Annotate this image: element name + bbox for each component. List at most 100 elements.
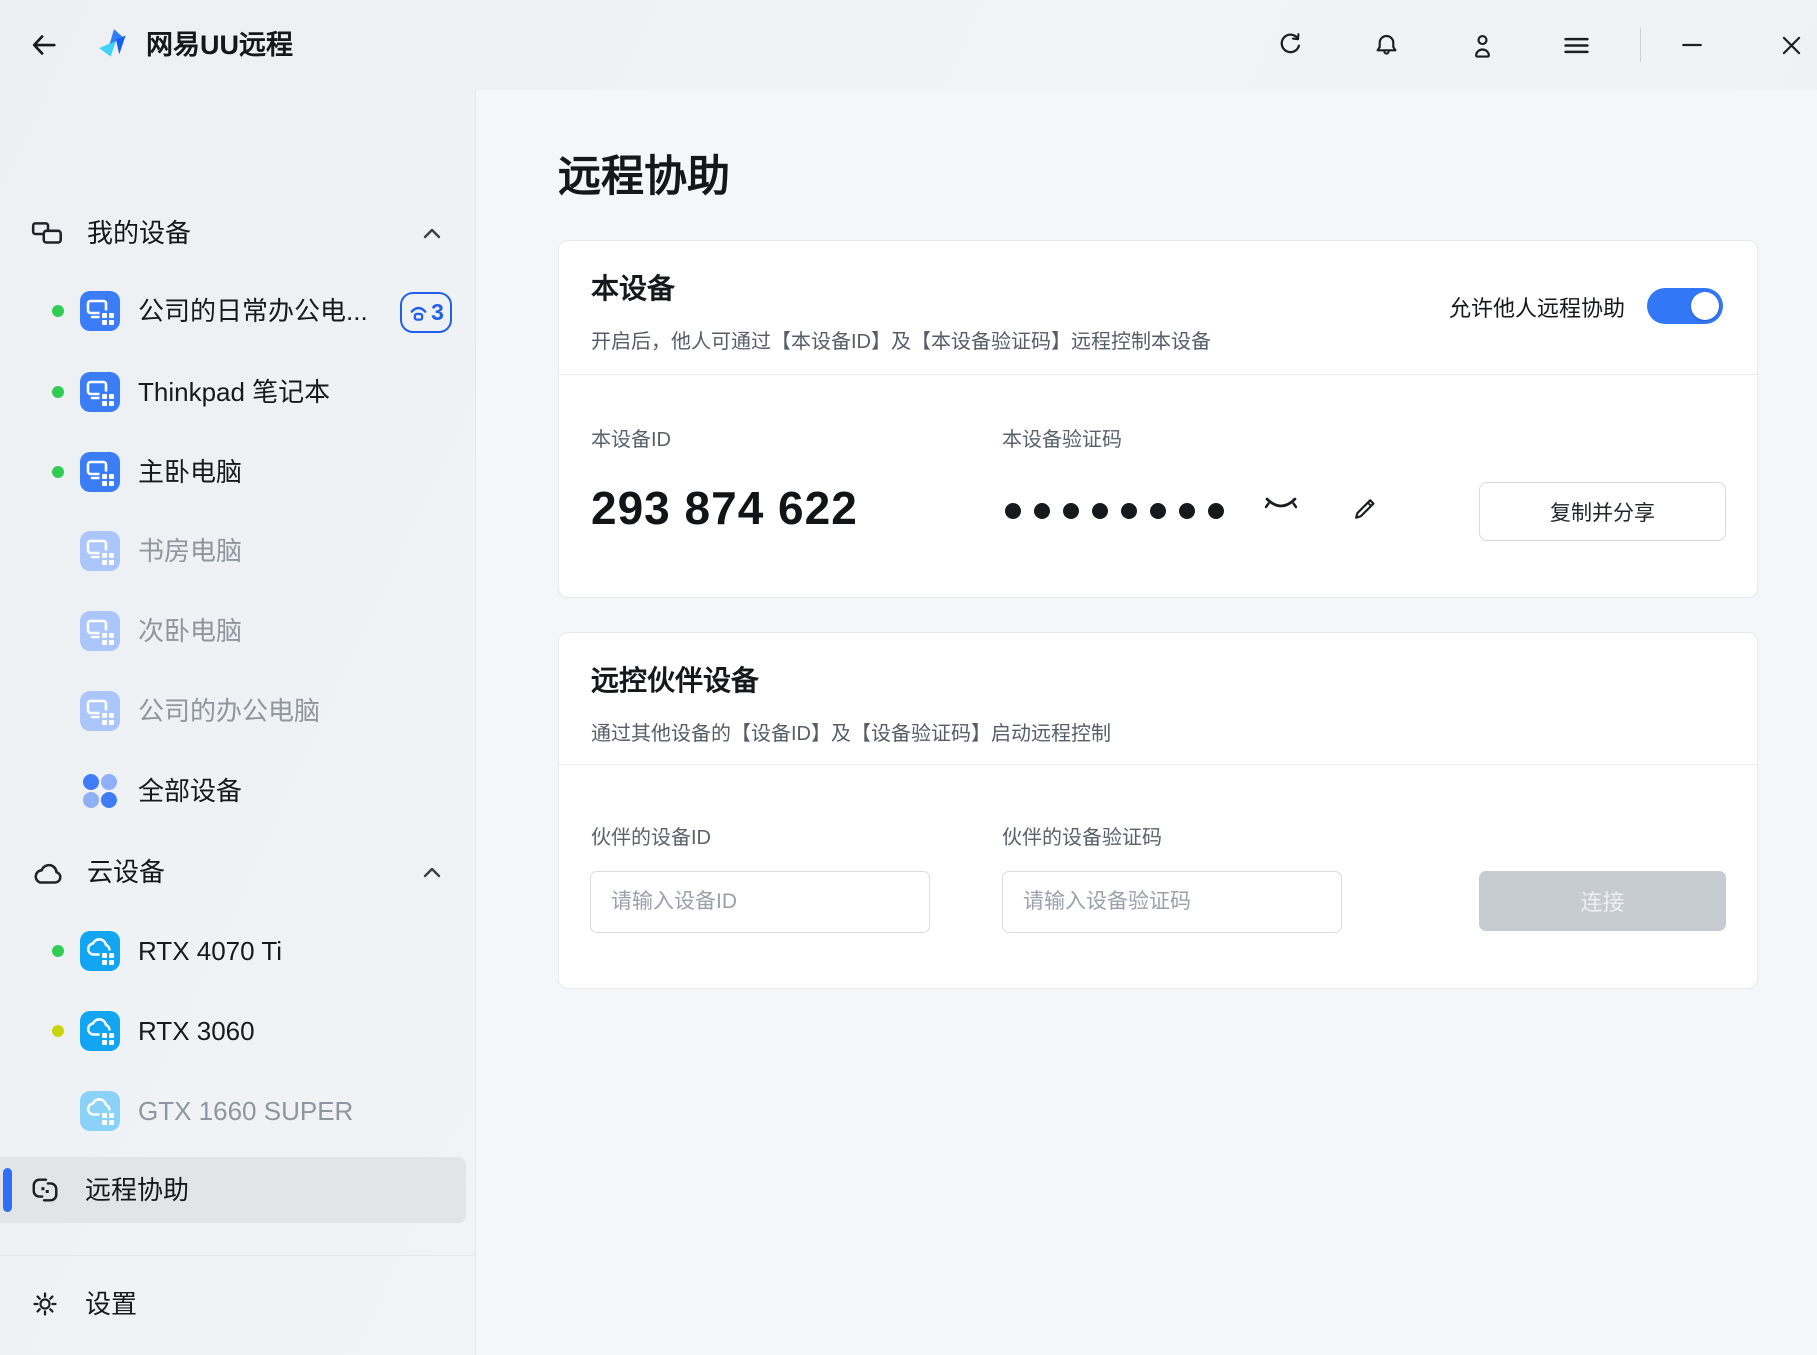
account-button[interactable] (1462, 25, 1502, 65)
partner-id-input[interactable] (590, 871, 930, 933)
partner-card-title: 远控伙伴设备 (591, 659, 759, 699)
code-mask-dot (1034, 503, 1050, 519)
sidebar-item-all-devices[interactable]: 全部设备 (0, 763, 475, 819)
pc-device-icon (80, 291, 120, 331)
sidebar-item-cloud-rtx4070ti[interactable]: RTX 4070 Ti (0, 923, 475, 979)
allow-remote-assist-toggle[interactable] (1647, 288, 1723, 324)
sidebar-section-cloud-devices[interactable]: 云设备 (0, 844, 475, 900)
partner-code-label: 伙伴的设备验证码 (1002, 821, 1162, 850)
chevron-up-icon[interactable] (420, 222, 444, 246)
title-bar: 网易UU远程 (0, 0, 1817, 90)
close-button[interactable] (1771, 25, 1811, 65)
section-label: 我的设备 (87, 205, 191, 261)
online-status-dot (52, 466, 64, 478)
busy-status-dot (52, 1025, 64, 1037)
toggle-knob (1691, 292, 1719, 320)
sidebar-item-cloud-rtx3060[interactable]: RTX 3060 (0, 1003, 475, 1059)
edit-code-button[interactable] (1345, 485, 1385, 525)
code-mask-dot (1179, 503, 1195, 519)
session-count-badge: 3 (400, 292, 452, 333)
local-card-subtitle: 开启后，他人可通过【本设备ID】及【本设备验证码】远程控制本设备 (591, 325, 1211, 354)
bell-icon (1372, 31, 1401, 60)
cloud-device-icon-offline (80, 1091, 120, 1131)
titlebar-separator (1640, 28, 1641, 62)
device-name: 全部设备 (138, 763, 242, 819)
sidebar-item-device-second-bedroom[interactable]: 次卧电脑 (0, 603, 475, 659)
sidebar-item-device-master-bedroom[interactable]: 主卧电脑 (0, 444, 475, 500)
main-content: 远程协助 本设备 开启后，他人可通过【本设备ID】及【本设备验证码】远程控制本设… (475, 90, 1817, 1355)
gear-icon (31, 1290, 59, 1318)
page-title: 远程协助 (558, 142, 730, 204)
partner-card-subtitle: 通过其他设备的【设备ID】及【设备验证码】启动远程控制 (591, 717, 1111, 746)
selected-indicator-bar (3, 1168, 12, 1212)
partner-code-input[interactable] (1002, 871, 1342, 933)
pc-device-icon-offline (80, 691, 120, 731)
sidebar-item-cloud-gtx1660super[interactable]: GTX 1660 SUPER (0, 1083, 475, 1139)
pc-device-icon (80, 372, 120, 412)
device-name: Thinkpad 笔记本 (138, 364, 330, 420)
sidebar: 我的设备 公司的日常办公电... 3 Thinkpad 笔记本 主卧电脑 书房电… (0, 90, 475, 1355)
partner-id-label: 伙伴的设备ID (591, 821, 711, 850)
sidebar-item-device-study[interactable]: 书房电脑 (0, 523, 475, 579)
settings-label: 设置 (85, 1276, 137, 1332)
session-count: 3 (431, 301, 444, 324)
sidebar-footer: 设置 (0, 1255, 475, 1355)
menu-button[interactable] (1556, 25, 1596, 65)
device-code-masked (1005, 503, 1224, 519)
card-divider (559, 374, 1757, 375)
device-name: 公司的办公电脑 (138, 683, 320, 739)
sidebar-item-device-office-daily[interactable]: 公司的日常办公电... 3 (0, 283, 475, 339)
code-mask-dot (1005, 503, 1021, 519)
sidebar-section-my-devices[interactable]: 我的设备 (0, 205, 475, 261)
remote-assist-label: 远程协助 (85, 1157, 189, 1223)
pc-device-icon (80, 452, 120, 492)
app-title: 网易UU远程 (146, 0, 293, 90)
code-mask-dot (1121, 503, 1137, 519)
section-label: 云设备 (87, 844, 165, 900)
sidebar-item-settings[interactable]: 设置 (0, 1276, 475, 1332)
code-mask-dot (1092, 503, 1108, 519)
app-logo (95, 25, 135, 65)
online-status-dot (52, 386, 64, 398)
device-name: RTX 4070 Ti (138, 923, 282, 979)
reveal-code-button[interactable] (1261, 485, 1301, 525)
monitors-icon (30, 217, 66, 251)
back-arrow-icon (29, 30, 59, 60)
pc-device-icon-offline (80, 611, 120, 651)
remote-assist-icon (30, 1175, 60, 1205)
code-mask-dot (1208, 503, 1224, 519)
minimize-button[interactable] (1672, 25, 1712, 65)
cloud-device-icon (80, 931, 120, 971)
device-name: 公司的日常办公电... (138, 283, 368, 339)
minimize-icon (1678, 31, 1706, 59)
device-name: 主卧电脑 (138, 444, 242, 500)
refresh-button[interactable] (1270, 25, 1310, 65)
sidebar-item-remote-assist-selected[interactable]: 远程协助 (0, 1157, 466, 1223)
close-icon (1778, 32, 1805, 59)
online-status-dot (52, 945, 64, 957)
device-id-value: 293 874 622 (591, 481, 858, 535)
refresh-icon (1276, 31, 1304, 59)
online-status-dot (52, 305, 64, 317)
device-name: 书房电脑 (138, 523, 242, 579)
connect-button-disabled[interactable]: 连接 (1479, 871, 1726, 931)
card-divider (559, 764, 1757, 765)
chevron-up-icon[interactable] (420, 861, 444, 885)
uu-logo-icon (96, 26, 134, 64)
device-name: RTX 3060 (138, 1003, 255, 1059)
app-window: 网易UU远程 我的设备 公司的日常办公电... (0, 0, 1817, 1355)
device-name: 次卧电脑 (138, 603, 242, 659)
back-button[interactable] (24, 25, 64, 65)
cloud-device-icon (80, 1011, 120, 1051)
copy-share-button[interactable]: 复制并分享 (1479, 482, 1726, 541)
person-icon (1468, 31, 1497, 60)
sidebar-item-device-thinkpad[interactable]: Thinkpad 笔记本 (0, 364, 475, 420)
all-devices-icon (80, 771, 120, 811)
sidebar-item-device-company-office[interactable]: 公司的办公电脑 (0, 683, 475, 739)
partner-device-card: 远控伙伴设备 通过其他设备的【设备ID】及【设备验证码】启动远程控制 伙伴的设备… (558, 632, 1758, 989)
notifications-button[interactable] (1366, 25, 1406, 65)
cast-icon (408, 303, 429, 322)
eye-closed-icon (1263, 493, 1299, 517)
cloud-icon (30, 859, 66, 889)
device-name: GTX 1660 SUPER (138, 1083, 353, 1139)
